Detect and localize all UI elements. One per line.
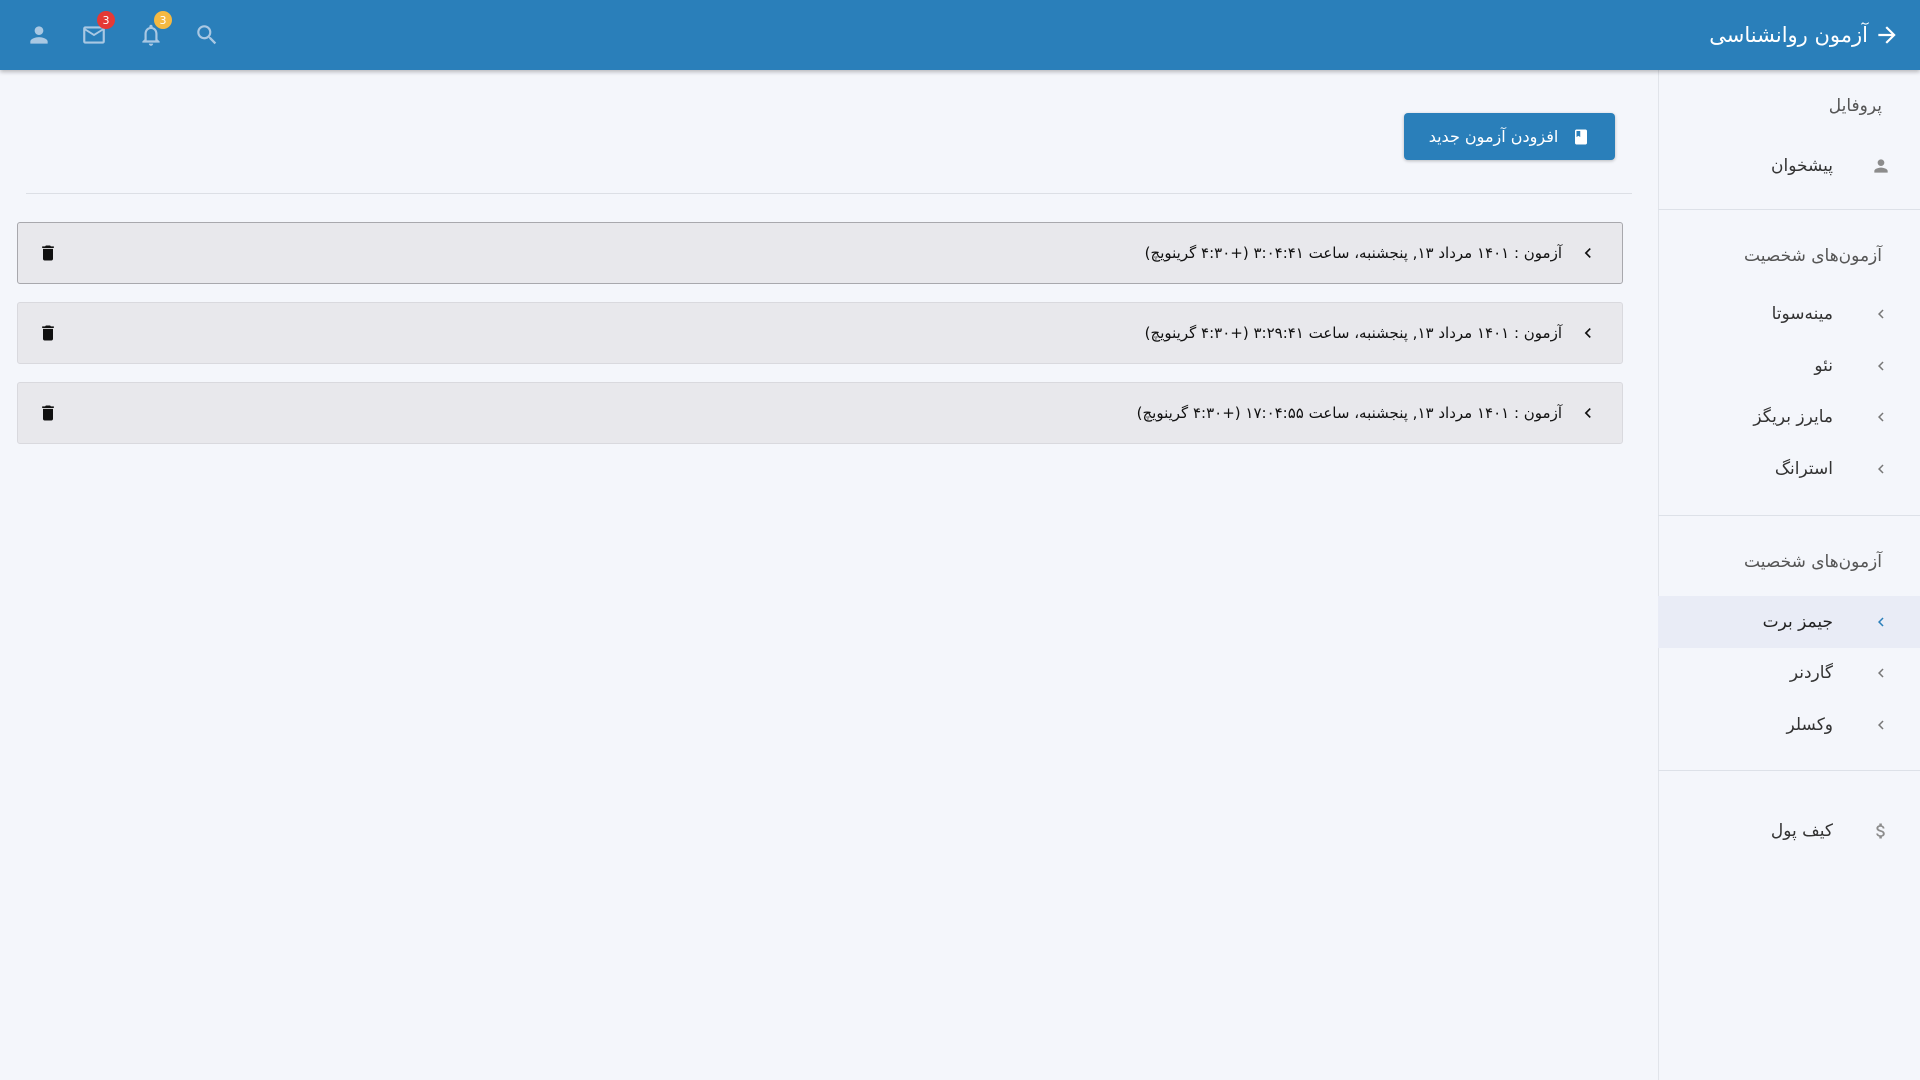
exam-row[interactable]: آزمون : ۱۴۰۱ مرداد ۱۳, پنجشنبه، ساعت ۳:۰… [17, 222, 1623, 284]
sidebar-item-wechsler[interactable]: وکسلر [1658, 699, 1920, 751]
exam-row[interactable]: آزمون : ۱۴۰۱ مرداد ۱۳, پنجشنبه، ساعت ۱۷:… [17, 382, 1623, 444]
trash-icon[interactable] [34, 239, 62, 267]
mail-icon[interactable]: 3 [79, 11, 115, 50]
notification-badge: 3 [154, 11, 172, 29]
sidebar-item-gardner[interactable]: گاردنر [1658, 647, 1920, 699]
chevron-left-icon[interactable] [1576, 321, 1600, 345]
sidebar-item-label: کیف پول [1770, 821, 1833, 841]
mail-badge: 3 [97, 11, 115, 29]
sidebar-item-label: مایرز بریگز [1753, 407, 1833, 427]
exam-label: آزمون : ۱۴۰۱ مرداد ۱۳, پنجشنبه، ساعت ۱۷:… [1136, 404, 1562, 422]
person-icon [1870, 140, 1892, 192]
sidebar-item-james-bret[interactable]: جیمز برت [1658, 596, 1920, 648]
exam-label: آزمون : ۱۴۰۱ مرداد ۱۳, پنجشنبه، ساعت ۳:۰… [1144, 244, 1562, 262]
search-icon[interactable] [192, 20, 222, 50]
chevron-left-icon [1870, 391, 1892, 443]
sidebar-item-label: گاردنر [1789, 663, 1833, 683]
book-icon [1575, 129, 1588, 144]
chevron-left-icon [1870, 647, 1892, 699]
sidebar-divider [1658, 209, 1920, 210]
sidebar-item-label: مینه‌سوتا [1771, 304, 1833, 324]
content-divider [26, 193, 1632, 194]
main-content: افزودن آزمون جدید آزمون : ۱۴۰۱ مرداد ۱۳,… [0, 70, 1658, 1080]
sidebar-item-label: نئو [1814, 356, 1833, 376]
sidebar-divider [1658, 770, 1920, 771]
app-title: آزمون روانشناسی [1709, 0, 1900, 70]
sidebar-item-dashboard[interactable]: پیشخوان [1658, 140, 1920, 192]
account-icon[interactable] [24, 20, 54, 50]
sidebar-heading-profile: پروفایل [1828, 96, 1882, 116]
dollar-icon [1870, 805, 1892, 857]
app-title-text: آزمون روانشناسی [1709, 23, 1868, 47]
sidebar-item-neo[interactable]: نئو [1658, 340, 1920, 392]
sidebar-item-label: استرانگ [1774, 459, 1833, 479]
trash-icon[interactable] [34, 399, 62, 427]
chevron-left-icon [1870, 699, 1892, 751]
top-app-bar: آزمون روانشناسی 3 3 [0, 0, 1920, 70]
sidebar-item-label: وکسلر [1786, 715, 1833, 735]
chevron-left-icon [1870, 340, 1892, 392]
sidebar: پروفایل پیشخوان آزمون‌های شخصیت مینه‌سوت… [1658, 70, 1920, 1080]
exam-label: آزمون : ۱۴۰۱ مرداد ۱۳, پنجشنبه، ساعت ۳:۲… [1144, 324, 1562, 342]
chevron-left-icon[interactable] [1576, 241, 1600, 265]
sidebar-item-wallet[interactable]: کیف پول [1658, 805, 1920, 857]
sidebar-item-myers-briggs[interactable]: مایرز بریگز [1658, 391, 1920, 443]
sidebar-divider [1658, 515, 1920, 516]
add-new-exam-label: افزودن آزمون جدید [1428, 127, 1559, 146]
sidebar-item-strong[interactable]: استرانگ [1658, 443, 1920, 495]
add-new-exam-button[interactable]: افزودن آزمون جدید [1404, 113, 1615, 160]
bell-icon[interactable]: 3 [136, 11, 172, 50]
sidebar-item-minnesota[interactable]: مینه‌سوتا [1658, 288, 1920, 340]
sidebar-heading-personality-2: آزمون‌های شخصیت [1744, 552, 1882, 572]
arrow-back-icon[interactable] [1874, 22, 1900, 48]
sidebar-heading-personality-1: آزمون‌های شخصیت [1744, 246, 1882, 266]
exam-row[interactable]: آزمون : ۱۴۰۱ مرداد ۱۳, پنجشنبه، ساعت ۳:۲… [17, 302, 1623, 364]
chevron-left-icon [1870, 596, 1892, 648]
chevron-left-icon [1870, 443, 1892, 495]
chevron-left-icon [1870, 288, 1892, 340]
sidebar-item-label: پیشخوان [1771, 156, 1833, 176]
chevron-left-icon[interactable] [1576, 401, 1600, 425]
trash-icon[interactable] [34, 319, 62, 347]
sidebar-item-label: جیمز برت [1762, 612, 1833, 632]
